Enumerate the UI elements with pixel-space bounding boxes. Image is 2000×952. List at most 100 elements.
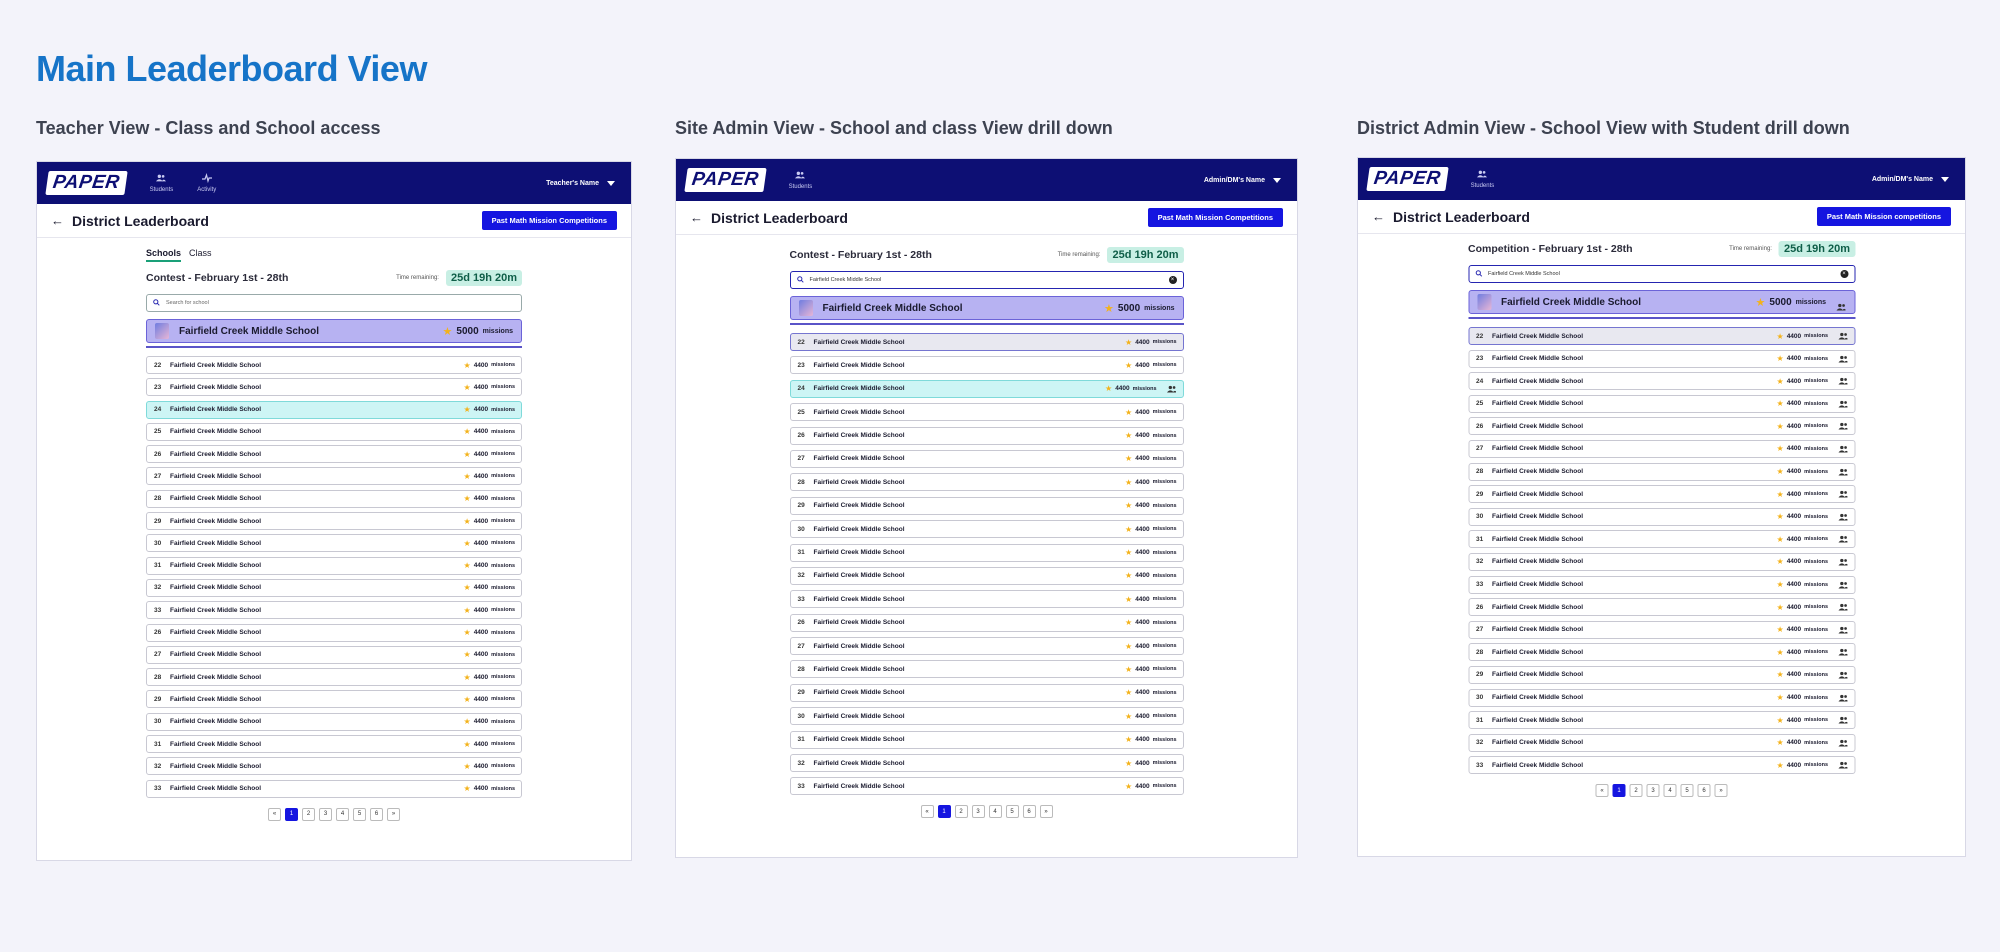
students-drilldown-icon[interactable] xyxy=(1838,332,1848,340)
table-row[interactable]: 25 Fairfield Creek Middle School ★ 4400 … xyxy=(1468,394,1855,413)
students-drilldown-icon[interactable] xyxy=(1838,468,1848,476)
students-drilldown-icon[interactable] xyxy=(1838,400,1848,408)
back-arrow-icon[interactable]: ← xyxy=(690,210,703,225)
table-row[interactable]: 32 Fairfield Creek Middle School ★ 4400 … xyxy=(1468,733,1855,752)
table-row[interactable]: 24 Fairfield Creek Middle School ★ 4400 … xyxy=(146,400,522,419)
page-button[interactable]: 5 xyxy=(1680,784,1694,798)
featured-school-row[interactable]: Fairfield Creek Middle School ★ 5000 mis… xyxy=(146,319,522,343)
page-button[interactable]: 1 xyxy=(937,805,951,819)
page-button[interactable]: 1 xyxy=(285,807,298,821)
page-button[interactable]: 5 xyxy=(1005,805,1019,819)
page-button[interactable]: 2 xyxy=(954,805,968,819)
table-row[interactable]: 26 Fairfield Creek Middle School ★ 4400 … xyxy=(146,623,522,642)
page-button[interactable]: » xyxy=(1714,784,1728,798)
table-row[interactable]: 24 Fairfield Creek Middle School ★ 4400 … xyxy=(789,379,1184,398)
table-row[interactable]: 25 Fairfield Creek Middle School ★ 4400 … xyxy=(789,403,1184,422)
search-input[interactable]: Search for school xyxy=(146,294,522,312)
table-row[interactable]: 26 Fairfield Creek Middle School ★ 4400 … xyxy=(1468,417,1855,436)
table-row[interactable]: 30 Fairfield Creek Middle School ★ 4400 … xyxy=(1468,688,1855,707)
page-button[interactable]: 4 xyxy=(988,805,1002,819)
page-button[interactable]: « xyxy=(268,807,281,821)
table-row[interactable]: 28 Fairfield Creek Middle School ★ 4400 … xyxy=(146,668,522,687)
students-drilldown-icon[interactable] xyxy=(1838,694,1848,702)
page-button[interactable]: 6 xyxy=(1022,805,1036,819)
table-row[interactable]: 24 Fairfield Creek Middle School ★ 4400 … xyxy=(1468,372,1855,391)
students-drilldown-icon[interactable] xyxy=(1838,648,1848,656)
paper-logo[interactable]: PAPER xyxy=(45,171,128,195)
table-row[interactable]: 33 Fairfield Creek Middle School ★ 4400 … xyxy=(1468,756,1855,775)
page-button[interactable]: 6 xyxy=(1697,784,1711,798)
page-button[interactable]: » xyxy=(1039,805,1053,819)
table-row[interactable]: 33 Fairfield Creek Middle School ★ 4400 … xyxy=(789,590,1184,609)
page-button[interactable]: 3 xyxy=(319,807,332,821)
table-row[interactable]: 32 Fairfield Creek Middle School ★ 4400 … xyxy=(789,566,1184,585)
table-row[interactable]: 30 Fairfield Creek Middle School ★ 4400 … xyxy=(146,712,522,731)
students-drilldown-icon[interactable] xyxy=(1838,739,1848,747)
table-row[interactable]: 26 Fairfield Creek Middle School ★ 4400 … xyxy=(1468,598,1855,617)
table-row[interactable]: 29 Fairfield Creek Middle School ★ 4400 … xyxy=(789,496,1184,515)
featured-school-row[interactable]: Fairfield Creek Middle School ★ 5000 mis… xyxy=(789,296,1184,320)
students-drilldown-icon[interactable] xyxy=(1838,445,1848,453)
clear-search-icon[interactable]: × xyxy=(1168,276,1177,284)
table-row[interactable]: 28 Fairfield Creek Middle School ★ 4400 … xyxy=(1468,462,1855,481)
page-button[interactable]: 2 xyxy=(1629,784,1643,798)
table-row[interactable]: 31 Fairfield Creek Middle School ★ 4400 … xyxy=(146,735,522,754)
students-drilldown-icon[interactable] xyxy=(1838,490,1848,498)
table-row[interactable]: 30 Fairfield Creek Middle School ★ 4400 … xyxy=(789,707,1184,726)
students-drilldown-icon[interactable] xyxy=(1838,535,1848,543)
page-button[interactable]: 4 xyxy=(336,807,349,821)
table-row[interactable]: 28 Fairfield Creek Middle School ★ 4400 … xyxy=(1468,643,1855,662)
table-row[interactable]: 33 Fairfield Creek Middle School ★ 4400 … xyxy=(1468,575,1855,594)
paper-logo[interactable]: PAPER xyxy=(1366,167,1449,191)
table-row[interactable]: 32 Fairfield Creek Middle School ★ 4400 … xyxy=(146,757,522,776)
students-drilldown-icon[interactable] xyxy=(1838,558,1848,566)
past-competitions-button[interactable]: Past Math Mission competitions xyxy=(1816,207,1951,226)
nav-activity[interactable]: Activity xyxy=(197,172,216,193)
table-row[interactable]: 29 Fairfield Creek Middle School ★ 4400 … xyxy=(789,683,1184,702)
page-button[interactable]: 4 xyxy=(1663,784,1677,798)
table-row[interactable]: 26 Fairfield Creek Middle School ★ 4400 … xyxy=(146,445,522,464)
students-drilldown-icon[interactable] xyxy=(1838,761,1848,769)
table-row[interactable]: 23 Fairfield Creek Middle School ★ 4400 … xyxy=(789,356,1184,375)
table-row[interactable]: 28 Fairfield Creek Middle School ★ 4400 … xyxy=(789,473,1184,492)
table-row[interactable]: 33 Fairfield Creek Middle School ★ 4400 … xyxy=(146,601,522,620)
clear-search-icon[interactable]: × xyxy=(1840,270,1848,278)
page-button[interactable]: 3 xyxy=(1646,784,1660,798)
table-row[interactable]: 32 Fairfield Creek Middle School ★ 4400 … xyxy=(1468,552,1855,571)
table-row[interactable]: 30 Fairfield Creek Middle School ★ 4400 … xyxy=(146,534,522,553)
students-drilldown-icon[interactable] xyxy=(1166,385,1177,393)
page-button[interactable]: « xyxy=(1595,784,1609,798)
page-button[interactable]: 5 xyxy=(353,807,366,821)
table-row[interactable]: 27 Fairfield Creek Middle School ★ 4400 … xyxy=(146,645,522,664)
table-row[interactable]: 29 Fairfield Creek Middle School ★ 4400 … xyxy=(146,690,522,709)
students-drilldown-icon[interactable] xyxy=(1838,377,1848,385)
table-row[interactable]: 23 Fairfield Creek Middle School ★ 4400 … xyxy=(146,378,522,397)
table-row[interactable]: 33 Fairfield Creek Middle School ★ 4400 … xyxy=(146,779,522,798)
table-row[interactable]: 32 Fairfield Creek Middle School ★ 4400 … xyxy=(789,754,1184,773)
students-drilldown-icon[interactable] xyxy=(1838,355,1848,363)
table-row[interactable]: 25 Fairfield Creek Middle School ★ 4400 … xyxy=(146,422,522,441)
past-competitions-button[interactable]: Past Math Mission Competitions xyxy=(1147,208,1283,227)
table-row[interactable]: 31 Fairfield Creek Middle School ★ 4400 … xyxy=(1468,530,1855,549)
user-menu[interactable]: Admin/DM's Name xyxy=(1872,176,1949,183)
table-row[interactable]: 28 Fairfield Creek Middle School ★ 4400 … xyxy=(146,489,522,508)
table-row[interactable]: 22 Fairfield Creek Middle School ★ 4400 … xyxy=(1468,327,1855,345)
featured-school-row[interactable]: Fairfield Creek Middle School ★ 5000 mis… xyxy=(1468,290,1855,314)
students-drilldown-icon[interactable] xyxy=(1838,513,1848,521)
students-drilldown-icon[interactable] xyxy=(1838,716,1848,724)
past-competitions-button[interactable]: Past Math Mission Competitions xyxy=(481,211,617,230)
paper-logo[interactable]: PAPER xyxy=(684,168,767,192)
table-row[interactable]: 31 Fairfield Creek Middle School ★ 4400 … xyxy=(789,730,1184,749)
back-arrow-icon[interactable]: ← xyxy=(51,213,64,228)
table-row[interactable]: 26 Fairfield Creek Middle School ★ 4400 … xyxy=(789,613,1184,632)
table-row[interactable]: 31 Fairfield Creek Middle School ★ 4400 … xyxy=(789,543,1184,562)
table-row[interactable]: 33 Fairfield Creek Middle School ★ 4400 … xyxy=(789,777,1184,796)
page-button[interactable]: » xyxy=(387,807,400,821)
back-arrow-icon[interactable]: ← xyxy=(1372,209,1385,224)
students-drilldown-icon[interactable] xyxy=(1838,603,1848,611)
page-button[interactable]: 6 xyxy=(370,807,383,821)
page-button[interactable]: 3 xyxy=(971,805,985,819)
nav-students[interactable]: Students xyxy=(789,170,812,190)
search-input[interactable]: Fairfield Creek Middle School × xyxy=(789,271,1184,289)
table-row[interactable]: 29 Fairfield Creek Middle School ★ 4400 … xyxy=(1468,485,1855,504)
